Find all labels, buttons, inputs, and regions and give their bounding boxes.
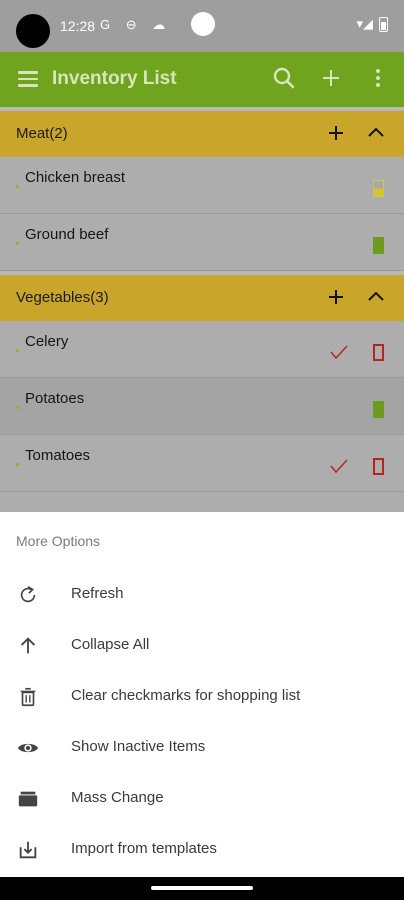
camera-cutout <box>16 14 50 48</box>
category-header-vegetables[interactable]: Vegetables(3) <box>0 271 404 321</box>
option-label: Refresh <box>71 585 124 602</box>
bullet-icon <box>16 242 19 245</box>
category-label: Vegetables(3) <box>16 289 109 306</box>
add-icon[interactable] <box>318 66 344 92</box>
add-item-icon[interactable] <box>324 121 348 145</box>
download-icon <box>17 839 39 861</box>
option-label: Show Inactive Items <box>71 738 206 755</box>
bullet-icon <box>16 349 19 352</box>
stock-level-full-icon <box>373 237 384 254</box>
item-name: Ground beef <box>25 226 109 243</box>
system-icons: ▾◢ <box>356 16 388 32</box>
option-mass-change[interactable]: Mass Change <box>0 774 404 825</box>
more-options-sheet: More Options Refresh Collapse All Clear … <box>0 512 404 877</box>
recording-indicator-icon <box>191 12 215 36</box>
option-label: Clear checkmarks for shopping list <box>71 687 301 704</box>
list-item[interactable]: Ground beef <box>0 214 404 271</box>
inventory-list: Meat(2) Chicken breast Ground beef Veget… <box>0 107 404 514</box>
stock-level-empty-icon <box>373 458 384 475</box>
item-name: Potatoes <box>25 390 85 407</box>
hamburger-menu-icon[interactable] <box>18 71 38 87</box>
chevron-up-icon[interactable] <box>364 121 388 145</box>
eye-icon <box>17 737 39 759</box>
navigation-bar <box>0 877 404 900</box>
item-name: Celery <box>25 333 69 350</box>
option-label: Import from templates <box>71 840 217 857</box>
add-item-icon[interactable] <box>324 285 348 309</box>
folder-icon <box>17 788 39 810</box>
category-label: Meat(2) <box>16 125 68 142</box>
more-options-icon[interactable] <box>365 66 391 92</box>
notification-icons: G ⊖ ☁ <box>100 17 172 32</box>
stock-level-empty-icon <box>373 344 384 361</box>
bullet-icon <box>16 185 19 188</box>
signal-icon: ▾◢ <box>356 16 373 31</box>
arrow-up-icon <box>17 635 39 657</box>
option-label: Mass Change <box>71 789 164 806</box>
stock-level-half-icon <box>373 180 384 197</box>
option-refresh[interactable]: Refresh <box>0 570 404 621</box>
list-item[interactable]: Tomatoes <box>0 435 404 492</box>
refresh-icon <box>17 584 39 606</box>
stock-level-full-icon <box>373 401 384 418</box>
checkmark-icon[interactable] <box>330 457 348 475</box>
page-title: Inventory List <box>52 68 177 89</box>
sheet-title: More Options <box>16 533 101 549</box>
option-import-templates[interactable]: Import from templates <box>0 825 404 876</box>
option-show-inactive[interactable]: Show Inactive Items <box>0 723 404 774</box>
item-name: Tomatoes <box>25 447 91 464</box>
option-label: Collapse All <box>71 636 150 653</box>
bullet-icon <box>16 406 19 409</box>
search-icon[interactable] <box>271 66 297 92</box>
category-header-meat[interactable]: Meat(2) <box>0 107 404 157</box>
trash-icon <box>17 686 39 708</box>
item-name: Chicken breast <box>25 169 126 186</box>
battery-icon <box>379 16 388 32</box>
app-bar: Inventory List <box>0 52 404 107</box>
bullet-icon <box>16 463 19 466</box>
option-collapse-all[interactable]: Collapse All <box>0 621 404 672</box>
chevron-up-icon[interactable] <box>364 285 388 309</box>
list-item[interactable]: Potatoes <box>0 378 404 435</box>
option-clear-checkmarks[interactable]: Clear checkmarks for shopping list <box>0 672 404 723</box>
list-item[interactable]: Celery <box>0 321 404 378</box>
checkmark-icon[interactable] <box>330 343 348 361</box>
home-gesture-handle[interactable] <box>151 886 253 890</box>
list-item[interactable]: Chicken breast <box>0 157 404 214</box>
status-bar: 12:28 G ⊖ ☁ ▾◢ <box>0 0 404 52</box>
status-time: 12:28 <box>60 18 96 34</box>
